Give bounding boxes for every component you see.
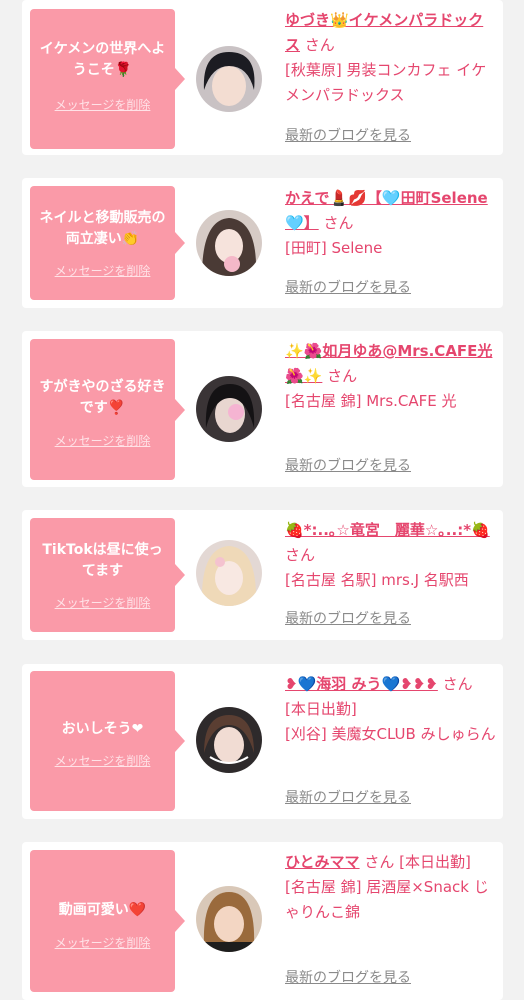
honorific: さん xyxy=(323,214,354,232)
message-bubble: おいしそう❤︎ メッセージを削除 xyxy=(30,671,185,811)
message-text: おいしそう❤︎ xyxy=(61,721,144,737)
sender-name-link[interactable]: 🍓*:..｡☆竜宮 麗華☆｡..:*🍓 xyxy=(285,521,490,539)
sender-name-link[interactable]: かえで💄💋【🩵田町Selene🩵】 xyxy=(285,189,488,232)
honorific: さん xyxy=(327,367,358,385)
message-bubble: 動画可愛い❤️ メッセージを削除 xyxy=(30,850,185,992)
message-bubble: ネイルと移動販売の両立凄い👏 メッセージを削除 xyxy=(30,186,185,300)
delete-message-link[interactable]: メッセージを削除 xyxy=(30,97,175,113)
message-bubble: イケメンの世界へようこそ🌹 メッセージを削除 xyxy=(30,9,185,149)
sender-name-link[interactable]: ❥💙海羽 みう💙❥❥❥ xyxy=(285,675,438,693)
message-text: イケメンの世界へようこそ🌹 xyxy=(39,41,166,78)
shop-info: [名古屋 名駅] mrs.J 名駅西 xyxy=(285,571,469,589)
avatar[interactable] xyxy=(196,540,262,606)
latest-blog-link[interactable]: 最新のブログを見る xyxy=(285,126,411,146)
message-card: おいしそう❤︎ メッセージを削除 ❥💙海羽 みう💙❥❥❥ さん [本日出勤] [… xyxy=(22,664,503,819)
shop-info: [本日出勤] [刈谷] 美魔女CLUB みしゅらん xyxy=(285,700,496,743)
message-text: 動画可愛い❤️ xyxy=(58,902,147,918)
delete-message-link[interactable]: メッセージを削除 xyxy=(30,753,175,769)
message-text: TikTokは昼に使ってます xyxy=(42,542,163,579)
delete-message-link[interactable]: メッセージを削除 xyxy=(30,263,175,279)
message-bubble: TikTokは昼に使ってます メッセージを削除 xyxy=(30,518,185,632)
latest-blog-link[interactable]: 最新のブログを見る xyxy=(285,788,411,808)
latest-blog-link[interactable]: 最新のブログを見る xyxy=(285,609,411,629)
honorific: さん xyxy=(364,853,395,871)
shop-info: [田町] Selene xyxy=(285,239,383,257)
message-card: すがきやのざる好きです❣️ メッセージを削除 ✨🌺如月ゆあ@Mrs.CAFE光🌺… xyxy=(22,331,503,487)
latest-blog-link[interactable]: 最新のブログを見る xyxy=(285,278,411,298)
honorific: さん xyxy=(304,36,335,54)
message-text: すがきやのざる好きです❣️ xyxy=(39,379,166,416)
latest-blog-link[interactable]: 最新のブログを見る xyxy=(285,968,411,988)
message-text: ネイルと移動販売の両立凄い👏 xyxy=(39,210,166,247)
sender-name-link[interactable]: ✨🌺如月ゆあ@Mrs.CAFE光🌺✨ xyxy=(285,342,492,385)
delete-message-link[interactable]: メッセージを削除 xyxy=(30,935,175,951)
shop-info: [名古屋 錦] Mrs.CAFE 光 xyxy=(285,392,457,410)
delete-message-link[interactable]: メッセージを削除 xyxy=(30,433,175,449)
avatar[interactable] xyxy=(196,886,262,952)
message-card: TikTokは昼に使ってます メッセージを削除 🍓*:..｡☆竜宮 麗華☆｡..… xyxy=(22,510,503,640)
message-card: イケメンの世界へようこそ🌹 メッセージを削除 ゆづき👑イケメンパラドックス さん… xyxy=(22,0,503,155)
delete-message-link[interactable]: メッセージを削除 xyxy=(30,595,175,611)
avatar[interactable] xyxy=(196,210,262,276)
honorific: さん xyxy=(285,546,316,564)
message-bubble: すがきやのざる好きです❣️ メッセージを削除 xyxy=(30,339,185,480)
avatar[interactable] xyxy=(196,376,262,442)
message-card: ネイルと移動販売の両立凄い👏 メッセージを削除 かえで💄💋【🩵田町Selene🩵… xyxy=(22,178,503,308)
avatar[interactable] xyxy=(196,46,262,112)
avatar[interactable] xyxy=(196,707,262,773)
honorific: さん xyxy=(442,675,473,693)
sender-name-link[interactable]: ひとみママ xyxy=(285,853,360,871)
message-list: イケメンの世界へようこそ🌹 メッセージを削除 ゆづき👑イケメンパラドックス さん… xyxy=(0,0,524,1000)
shop-info: [秋葉原] 男装コンカフェ イケメンパラドックス xyxy=(285,61,487,104)
latest-blog-link[interactable]: 最新のブログを見る xyxy=(285,456,411,476)
message-card: 動画可愛い❤️ メッセージを削除 ひとみママ さん [本日出勤] [名古屋 錦]… xyxy=(22,842,503,1000)
